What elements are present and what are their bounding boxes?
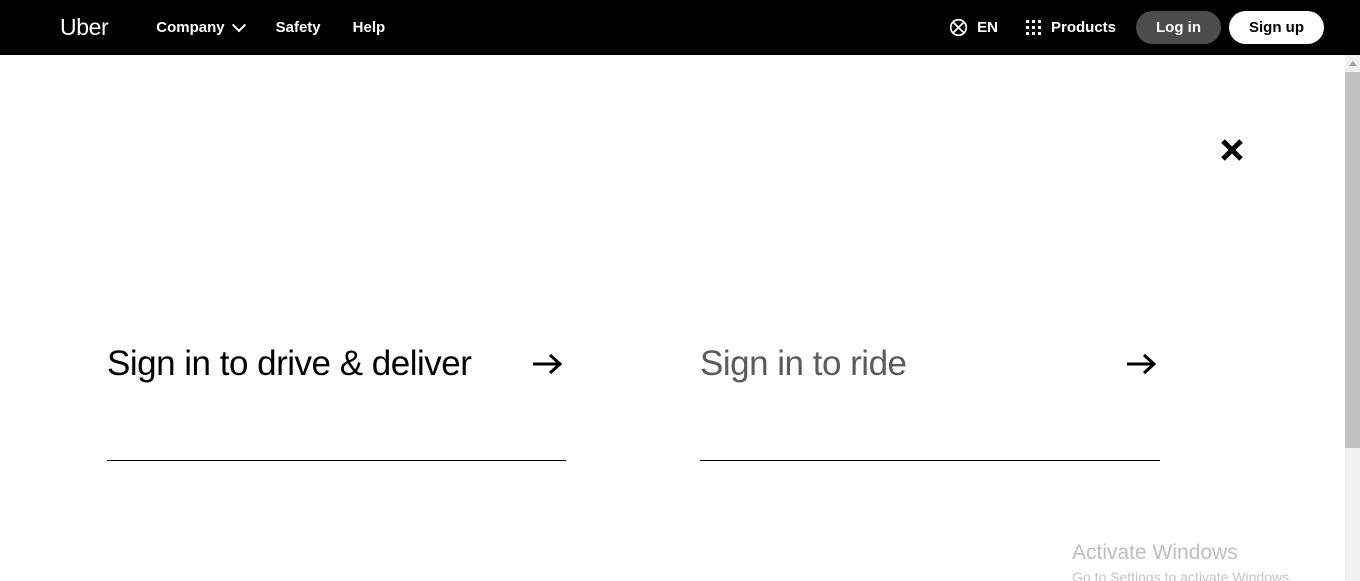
scrollbar-thumb[interactable] <box>1345 72 1360 448</box>
page-root: Uber Company Safety Help EN Products Log… <box>0 0 1360 581</box>
main-content: Sign in to drive & deliver Sign in to ri… <box>0 55 1345 581</box>
close-x-glyph <box>1221 139 1243 161</box>
top-navigation-bar: Uber Company Safety Help EN Products Log… <box>0 0 1360 55</box>
navbar-left-group: Uber Company Safety Help <box>0 0 417 55</box>
scroll-up-arrow-icon <box>1348 61 1357 66</box>
sign-in-to-drive-and-deliver-option[interactable]: Sign in to drive & deliver <box>107 344 566 384</box>
globe-icon <box>949 18 968 37</box>
sign-in-to-ride-divider <box>700 460 1160 461</box>
nav-item-safety-label: Safety <box>275 19 321 36</box>
sign-in-to-drive-and-deliver-label: Sign in to drive & deliver <box>107 344 472 383</box>
vertical-scrollbar[interactable] <box>1345 55 1360 581</box>
products-label: Products <box>1050 19 1116 36</box>
sign-in-to-ride-label: Sign in to ride <box>700 344 907 383</box>
chevron-down-icon <box>231 17 246 32</box>
nav-item-safety[interactable]: Safety <box>276 19 321 36</box>
log-in-button[interactable]: Log in <box>1136 11 1221 44</box>
sign-in-to-drive-and-deliver-divider <box>107 460 566 461</box>
language-selector[interactable]: EN <box>949 18 998 37</box>
close-x-icon[interactable] <box>1218 136 1246 164</box>
sign-up-button[interactable]: Sign up <box>1229 11 1324 44</box>
nav-item-help-label: Help <box>352 19 386 36</box>
nav-item-company[interactable]: Company <box>156 17 246 36</box>
products-menu[interactable]: Products <box>1025 19 1116 36</box>
navbar-right-group: EN Products Log in Sign up <box>949 0 1360 55</box>
nav-item-company-label: Company <box>156 19 225 36</box>
grid-apps-icon <box>1025 20 1041 35</box>
arrow-right-icon <box>1127 354 1157 375</box>
nav-item-help[interactable]: Help <box>353 19 386 36</box>
scrollbar-up-button[interactable] <box>1345 55 1360 72</box>
sign-in-to-ride-option[interactable]: Sign in to ride <box>700 344 1160 384</box>
uber-logo[interactable]: Uber <box>60 16 109 39</box>
language-label: EN <box>977 19 998 36</box>
arrow-right-icon <box>533 354 563 375</box>
